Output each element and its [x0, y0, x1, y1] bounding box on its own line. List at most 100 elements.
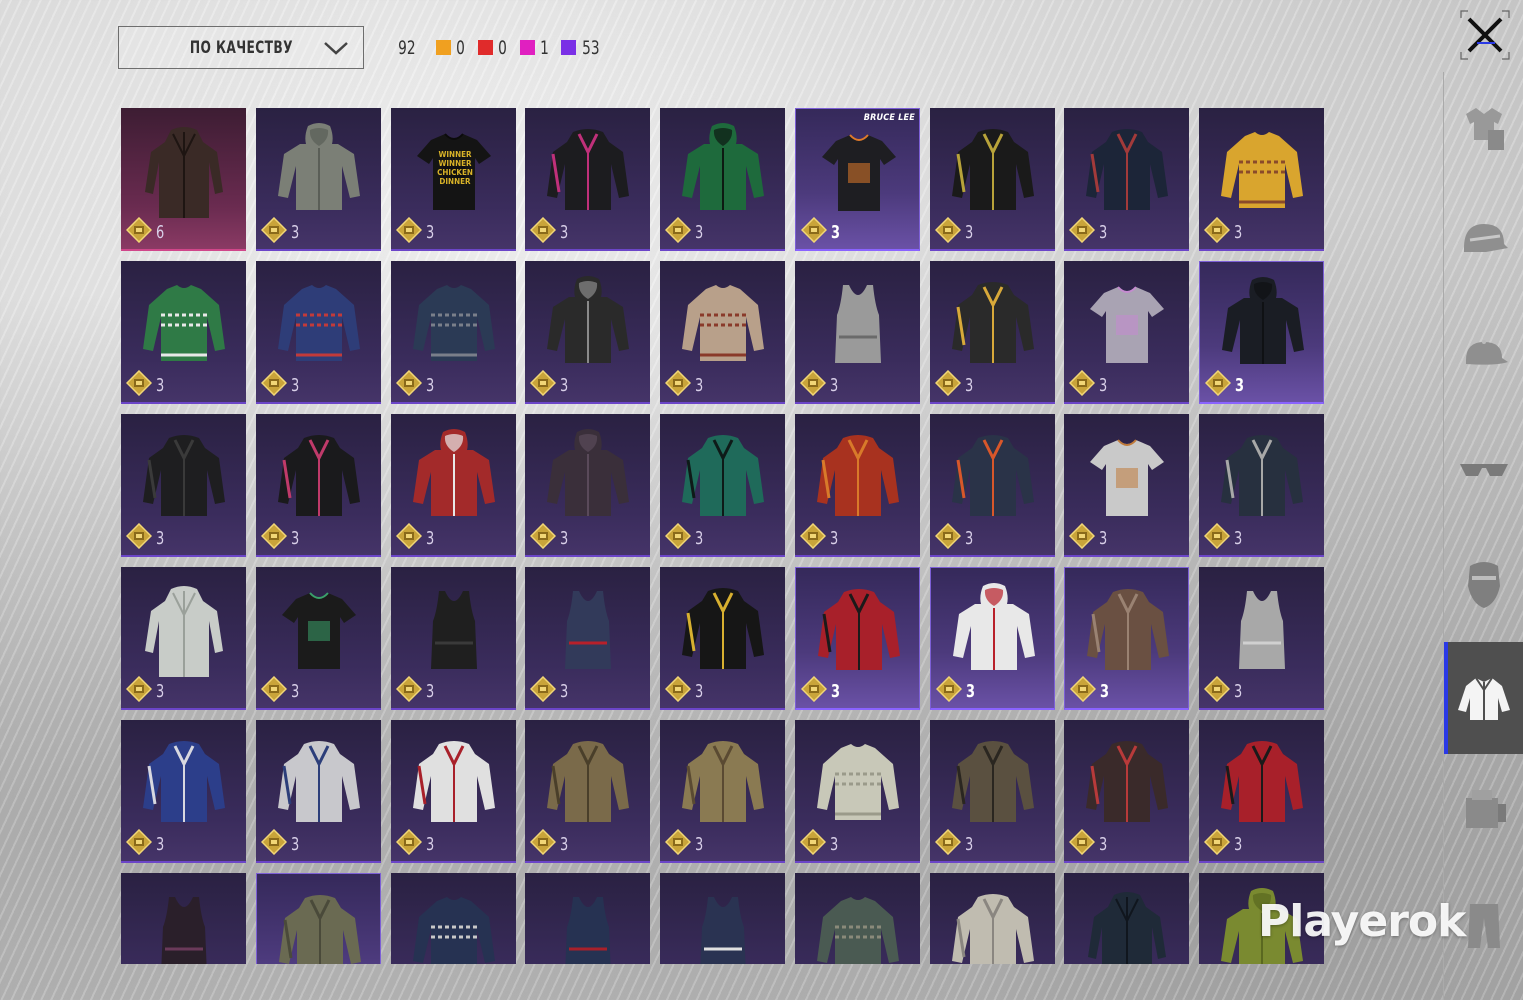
category-tab-cap[interactable] — [1444, 300, 1523, 412]
item-card[interactable] — [391, 873, 516, 964]
item-card[interactable]: 3 — [930, 414, 1055, 557]
item-card[interactable]: 3 — [795, 261, 920, 404]
rarity-counter: 0 — [435, 37, 478, 59]
tshirt-icon — [1082, 428, 1172, 528]
item-card[interactable]: 3 — [391, 567, 516, 710]
item-card[interactable]: 3 — [121, 261, 246, 404]
item-card[interactable]: 3 — [525, 261, 650, 404]
item-card[interactable]: 3 — [391, 414, 516, 557]
rarity-coin-icon — [260, 522, 288, 550]
item-quantity: 3 — [156, 834, 165, 855]
item-card[interactable]: 3 — [391, 261, 516, 404]
item-card[interactable]: 3 — [256, 567, 381, 710]
item-quantity: 3 — [1099, 528, 1108, 549]
item-card[interactable]: 3 — [1064, 414, 1189, 557]
item-quantity: 3 — [830, 528, 839, 549]
item-quantity: 3 — [1234, 834, 1243, 855]
jacket-icon — [948, 428, 1038, 528]
close-button[interactable] — [1459, 9, 1511, 61]
item-card[interactable]: 3 — [525, 414, 650, 557]
item-card[interactable]: 3 — [1199, 720, 1324, 863]
category-tab-gloves[interactable] — [1444, 756, 1523, 868]
item-card[interactable] — [795, 873, 920, 964]
jacket-icon — [275, 888, 365, 964]
item-card[interactable]: 3 — [1199, 261, 1324, 404]
rarity-coin-icon — [395, 675, 423, 703]
item-card[interactable] — [121, 873, 246, 964]
item-card[interactable]: 3 — [1064, 720, 1189, 863]
item-card[interactable]: 3 — [660, 567, 785, 710]
hoodie-icon — [543, 275, 633, 375]
item-quantity: 3 — [965, 834, 974, 855]
rarity-coin-icon — [934, 369, 962, 397]
jacket-icon — [274, 428, 364, 528]
rarity-count: 0 — [497, 36, 507, 59]
item-card[interactable]: 3 — [930, 108, 1055, 251]
item-card[interactable]: 3 — [525, 567, 650, 710]
item-card[interactable]: 3 — [1199, 414, 1324, 557]
item-quantity: 3 — [965, 375, 974, 396]
category-tab-mask[interactable] — [1444, 528, 1523, 640]
rarity-coin-icon — [125, 369, 153, 397]
jacket-icon — [543, 734, 633, 834]
item-card[interactable]: 3 — [121, 567, 246, 710]
item-card[interactable]: 3 — [256, 108, 381, 251]
item-card[interactable]: 3 — [930, 567, 1055, 710]
item-card[interactable]: WINNER WINNER CHICKEN DINNER 3 — [391, 108, 516, 251]
item-card[interactable]: 3 — [525, 108, 650, 251]
category-tab-helmet[interactable] — [1444, 186, 1523, 298]
item-quantity: 3 — [695, 834, 704, 855]
item-quantity: 3 — [426, 222, 435, 243]
item-card[interactable] — [660, 873, 785, 964]
item-card[interactable] — [930, 873, 1055, 964]
item-card[interactable]: 3 — [391, 720, 516, 863]
item-card[interactable]: 3 — [256, 261, 381, 404]
item-card[interactable]: 3 — [660, 720, 785, 863]
item-card[interactable]: 6 — [121, 108, 246, 251]
jacket-icon — [1458, 677, 1510, 720]
gloves-icon — [1466, 790, 1506, 828]
item-card[interactable]: 3 — [121, 414, 246, 557]
item-quantity: 3 — [965, 528, 974, 549]
item-quantity: 3 — [560, 528, 569, 549]
item-quantity: 3 — [965, 222, 974, 243]
tank-icon — [1217, 581, 1307, 681]
category-tab-jacket[interactable] — [1444, 642, 1523, 754]
item-quantity: 3 — [560, 375, 569, 396]
item-quantity: 3 — [695, 528, 704, 549]
item-card[interactable]: 3 — [1199, 567, 1324, 710]
item-card[interactable]: 3 — [1199, 108, 1324, 251]
rarity-coin-icon — [1069, 675, 1097, 703]
item-quantity: 3 — [156, 681, 165, 702]
item-quantity: 3 — [560, 834, 569, 855]
item-card[interactable]: 3 — [795, 414, 920, 557]
item-card[interactable]: 3 — [795, 567, 920, 710]
item-card[interactable]: 3 — [256, 720, 381, 863]
rarity-coin-icon — [664, 522, 692, 550]
coat-icon — [1082, 887, 1172, 964]
category-tab-outfit[interactable] — [1444, 72, 1523, 184]
item-card[interactable]: 3 — [660, 108, 785, 251]
item-card[interactable]: 3 — [1064, 108, 1189, 251]
item-card[interactable]: 3 — [1064, 567, 1189, 710]
item-card[interactable] — [256, 873, 381, 964]
sort-dropdown[interactable]: ПО КАЧЕСТВУ — [118, 26, 364, 69]
item-card[interactable] — [525, 873, 650, 964]
hoodie-icon — [949, 582, 1039, 682]
item-card[interactable]: 3 — [660, 261, 785, 404]
item-card[interactable]: 3 — [930, 720, 1055, 863]
category-tab-glasses[interactable] — [1444, 414, 1523, 526]
sweater-icon — [813, 734, 903, 834]
item-card[interactable]: 3 — [121, 720, 246, 863]
item-card[interactable]: 3 — [660, 414, 785, 557]
jacket-icon — [948, 734, 1038, 834]
sweater-icon — [274, 275, 364, 375]
item-card[interactable]: 3 — [795, 720, 920, 863]
item-card[interactable]: 3 — [256, 414, 381, 557]
item-card[interactable]: 3 — [1064, 261, 1189, 404]
item-card[interactable] — [1064, 873, 1189, 964]
item-quantity: 3 — [426, 834, 435, 855]
item-card[interactable]: 3 — [930, 261, 1055, 404]
item-card[interactable]: 3 — [525, 720, 650, 863]
item-card[interactable]: BRUCE LEE 3 — [795, 108, 920, 251]
